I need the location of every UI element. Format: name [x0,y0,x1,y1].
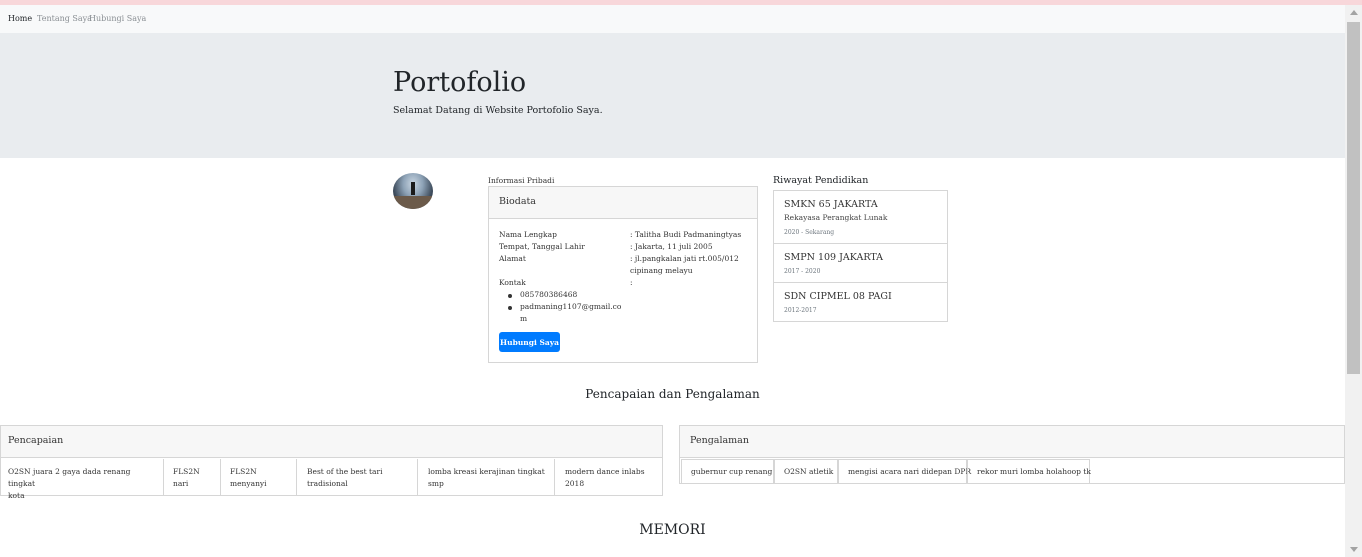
name-value: : Talitha Budi Padmaningtyas [630,230,742,239]
achievements-card-header: Pencapaian [1,426,662,458]
birth-label: Tempat, Tanggal Lahir [499,242,585,251]
biodata-card: Biodata Nama Lengkap : Talitha Budi Padm… [488,186,758,363]
experience-item: O2SN atletik [774,459,838,484]
contact-colon: : [630,278,633,287]
address-label: Alamat [499,254,526,263]
experience-card-header: Pengalaman [680,426,1344,458]
school-name: SDN CIPMEL 08 PAGI [784,291,892,302]
navbar: Home Tentang Saya Hubungi Saya [0,5,1345,33]
birth-value: : Jakarta, 11 juli 2005 [630,242,713,251]
address-value: : jl.pangkalan jati rt.005/012 [630,254,739,263]
education-item: SDN CIPMEL 08 PAGI 2012-2017 [774,283,947,321]
biodata-title: Biodata [499,196,536,207]
school-major: Rekayasa Perangkat Lunak [784,213,888,222]
email-address-cont: m [520,314,528,323]
vertical-scrollbar[interactable] [1345,5,1362,557]
education-item: SMKN 65 JAKARTA Rekayasa Perangkat Lunak… [774,191,947,244]
achievements-section-title: Pencapaian dan Pengalaman [585,387,760,401]
school-years: 2012-2017 [784,307,817,314]
jumbotron: Portofolio Selamat Datang di Website Por… [0,33,1345,158]
contact-label: Kontak [499,278,526,287]
education-title: Riwayat Pendidikan [773,175,869,186]
nav-home-link[interactable]: Home [8,14,32,23]
bullet-icon [508,306,512,310]
bullet-icon [508,294,512,298]
achievement-item: lomba kreasi kerajinan tingkat smp [418,459,555,495]
education-item: SMPN 109 JAKARTA 2017 - 2020 [774,244,947,283]
achievement-item: modern dance inlabs 2018 [565,467,645,488]
achievements-title: Pencapaian [8,435,64,446]
scroll-down-arrow-icon[interactable] [1350,547,1358,552]
memori-title: MEMORI [639,522,706,538]
achievement-item: O2SN juara 2 gaya dada renang tingkat ko… [1,459,164,500]
school-years: 2017 - 2020 [784,268,821,275]
experience-card: Pengalaman gubernur cup renang O2SN atle… [679,425,1345,484]
achievement-item: FLS2N nari [164,459,221,495]
profile-photo [393,173,433,209]
experience-item: mengisi acara nari didepan DPR [838,459,971,484]
biodata-card-header: Biodata [489,187,757,219]
achievements-card: Pencapaian O2SN juara 2 gaya dada renang… [0,425,663,500]
contact-me-button[interactable]: Hubungi Saya [499,332,560,352]
name-label: Nama Lengkap [499,230,557,239]
achievement-item: Best of the best tari tradisional [297,459,418,495]
page-title: Portofolio [393,67,527,98]
nav-contact-link[interactable]: Hubungi Saya [89,14,146,23]
address-value-cont: cipinang melayu [630,266,693,275]
nav-about-link[interactable]: Tentang Saya [37,14,92,23]
experience-item: gubernur cup renang [681,459,774,484]
achievement-item: FLS2N menyanyi [221,459,297,495]
experience-title: Pengalaman [690,435,749,446]
school-name: SMKN 65 JAKARTA [784,199,878,210]
school-years: 2020 - Sekarang [784,229,835,236]
school-name: SMPN 109 JAKARTA [784,252,884,263]
scroll-up-arrow-icon[interactable] [1350,10,1358,15]
welcome-text: Selamat Datang di Website Portofolio Say… [393,105,603,116]
education-list: SMKN 65 JAKARTA Rekayasa Perangkat Lunak… [773,190,948,322]
experience-item: rekor muri lomba holahoop tk [967,459,1091,484]
scrollbar-thumb[interactable] [1347,22,1360,374]
phone-number: 085780386468 [520,290,578,299]
email-address: padmaning1107@gmail.co [520,302,622,311]
personal-info-label: Informasi Pribadi [488,176,555,185]
